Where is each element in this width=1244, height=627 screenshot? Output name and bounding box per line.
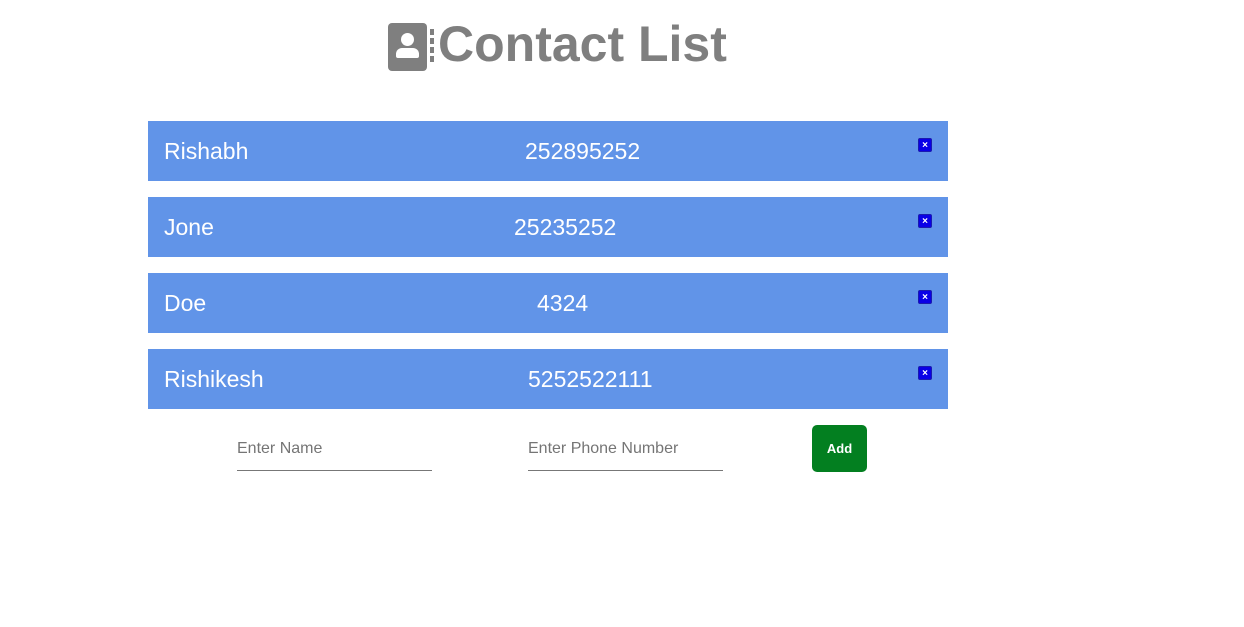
delete-contact-button[interactable]: × (918, 214, 932, 228)
close-icon: × (922, 292, 928, 303)
contact-name: Rishabh (164, 138, 249, 164)
delete-contact-button[interactable]: × (918, 366, 932, 380)
name-input[interactable] (237, 427, 432, 471)
contact-name: Rishikesh (164, 366, 264, 392)
contact-book-icon (388, 19, 434, 71)
page-header: Contact List (388, 16, 727, 72)
contact-name: Jone (164, 214, 214, 240)
contact-row: Jone 25235252 × (148, 197, 948, 257)
contact-phone: 252895252 (525, 138, 641, 164)
contact-name: Doe (164, 290, 207, 316)
contact-list: Rishabh 252895252 × Jone 25235252 × Doe … (148, 121, 948, 425)
page-title: Contact List (438, 16, 727, 72)
close-icon: × (922, 368, 928, 379)
contact-row: Rishabh 252895252 × (148, 121, 948, 181)
delete-contact-button[interactable]: × (918, 138, 932, 152)
contact-phone: 25235252 (514, 214, 617, 240)
phone-input[interactable] (528, 427, 723, 471)
contact-phone: 4324 (537, 290, 589, 316)
add-contact-form: Add (148, 425, 948, 473)
contact-list-page: Contact List Rishabh 252895252 × Jone 25… (0, 0, 1244, 627)
contact-phone: 5252522111 (528, 366, 653, 392)
add-button[interactable]: Add (812, 425, 867, 472)
contact-row: Doe 4324 × (148, 273, 948, 333)
contact-row: Rishikesh 5252522111 × (148, 349, 948, 409)
delete-contact-button[interactable]: × (918, 290, 932, 304)
close-icon: × (922, 140, 928, 151)
close-icon: × (922, 216, 928, 227)
